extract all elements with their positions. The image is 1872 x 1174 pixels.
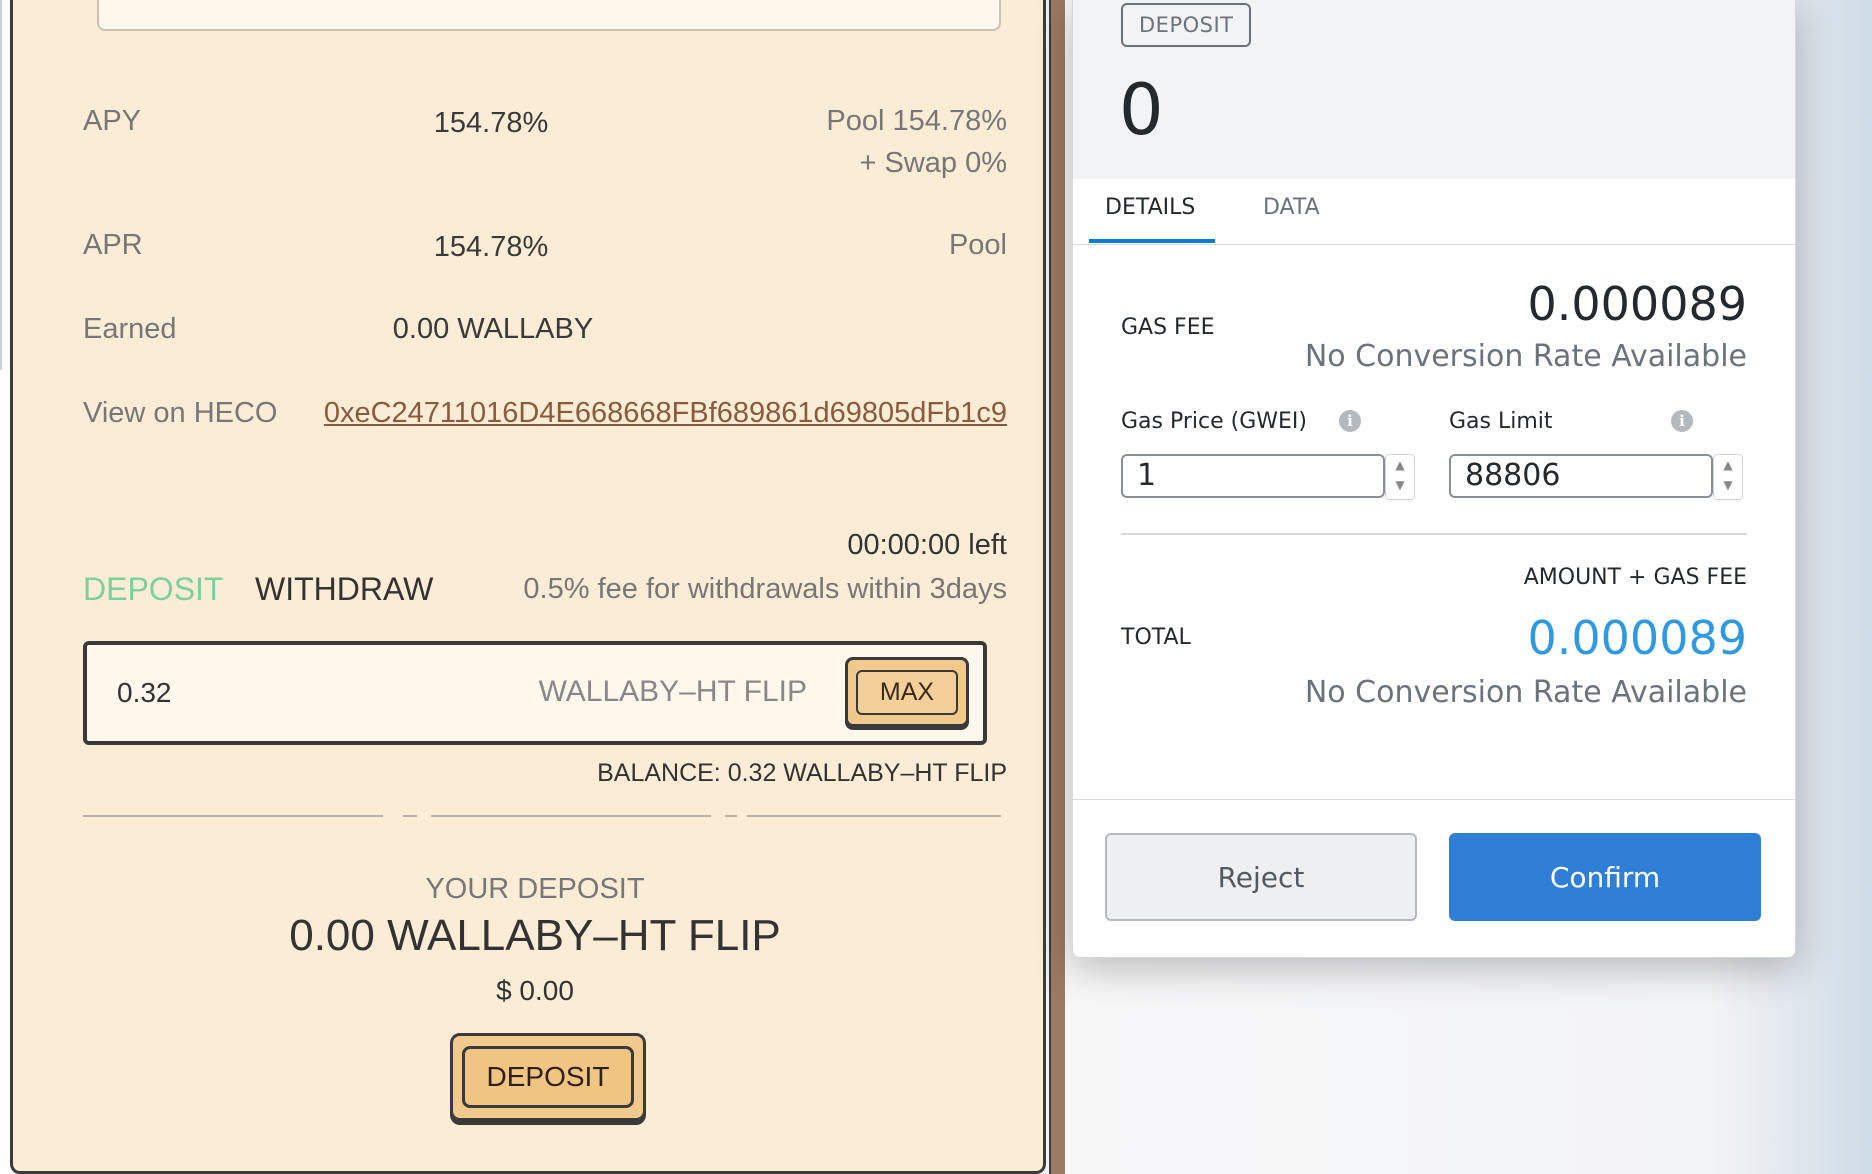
amount-input-box[interactable]: 0.32 WALLABY–HT FLIP MAX	[83, 641, 987, 745]
info-icon[interactable]: i	[1671, 410, 1693, 432]
gas-limit-stepper[interactable]: ▲ ▼	[1713, 454, 1743, 500]
divider	[403, 815, 417, 817]
tab-details[interactable]: DETAILS	[1105, 195, 1195, 220]
apy-value: 154.78%	[433, 107, 549, 139]
transaction-amount: 0	[1119, 69, 1164, 151]
amount-gas-label: AMOUNT + GAS FEE	[1523, 565, 1747, 590]
window-edge-line	[0, 0, 2, 370]
total-label: TOTAL	[1121, 625, 1191, 650]
tab-data[interactable]: DATA	[1263, 195, 1320, 220]
divider	[431, 815, 711, 817]
view-on-heco-label: View on HECO	[83, 397, 278, 429]
reject-button[interactable]: Reject	[1105, 833, 1417, 921]
gas-limit-input[interactable]: 88806	[1449, 454, 1713, 498]
your-deposit-label: YOUR DEPOSIT	[425, 873, 645, 905]
farm-card: APY 154.78% Pool 154.78% + Swap 0% APR 1…	[10, 0, 1046, 1174]
amount-input[interactable]: 0.32	[117, 677, 172, 709]
gas-price-input[interactable]: 1	[1121, 454, 1385, 498]
tab-divider	[1073, 244, 1795, 245]
divider	[83, 815, 383, 817]
divider	[725, 815, 737, 817]
active-tab-indicator	[1089, 239, 1215, 243]
tab-deposit[interactable]: DEPOSIT	[83, 571, 223, 608]
gas-price-label: Gas Price (GWEI)	[1121, 409, 1308, 434]
apy-detail-swap: + Swap 0%	[859, 147, 1007, 179]
info-icon[interactable]: i	[1339, 410, 1361, 432]
amount-token-label: WALLABY–HT FLIP	[538, 675, 807, 708]
deposit-button-label: DEPOSIT	[461, 1046, 635, 1108]
your-deposit-amount: 0.00 WALLABY–HT FLIP	[289, 911, 781, 960]
apy-label: APY	[83, 105, 142, 137]
apr-detail: Pool	[948, 229, 1007, 261]
apr-value: 154.78%	[433, 231, 549, 263]
total-value: 0.000089	[1527, 611, 1748, 665]
balance-text: BALANCE: 0.32 WALLABY–HT FLIP	[597, 759, 1007, 787]
withdraw-timer: 00:00:00 left	[847, 529, 1007, 561]
apr-label: APR	[83, 229, 143, 261]
your-deposit-usd: $ 0.00	[496, 975, 574, 1006]
gas-fee-conversion: No Conversion Rate Available	[1304, 339, 1747, 374]
deposit-button[interactable]: DEPOSIT	[450, 1033, 646, 1121]
max-button-label: MAX	[855, 669, 959, 715]
contract-address-link[interactable]: 0xeC24711016D4E668668FBf689861d69805dFb1…	[324, 397, 1007, 430]
withdraw-fee-note: 0.5% fee for withdrawals within 3days	[523, 573, 1007, 605]
gas-fee-value: 0.000089	[1527, 277, 1748, 331]
footer-divider	[1073, 799, 1795, 800]
card-rim	[1049, 0, 1065, 1174]
divider	[1121, 533, 1747, 535]
max-button[interactable]: MAX	[845, 657, 969, 727]
method-tag: DEPOSIT	[1121, 3, 1252, 47]
confirm-button[interactable]: Confirm	[1449, 833, 1761, 921]
total-conversion: No Conversion Rate Available	[1304, 675, 1747, 710]
popup-header: DEPOSIT 0	[1073, 0, 1795, 179]
gas-price-stepper[interactable]: ▲ ▼	[1385, 454, 1415, 500]
gas-limit-label: Gas Limit	[1449, 409, 1553, 434]
apy-detail-pool: Pool 154.78%	[826, 105, 1007, 137]
earned-label: Earned	[83, 313, 177, 345]
gas-fee-label: GAS FEE	[1121, 315, 1215, 340]
divider	[747, 815, 1001, 817]
earned-value: 0.00 WALLABY	[392, 313, 594, 345]
tab-withdraw[interactable]: WITHDRAW	[255, 571, 433, 608]
top-panel	[97, 0, 1001, 31]
metamask-confirm-popup: DEPOSIT 0 DETAILS DATA GAS FEE 0.000089 …	[1072, 0, 1796, 958]
